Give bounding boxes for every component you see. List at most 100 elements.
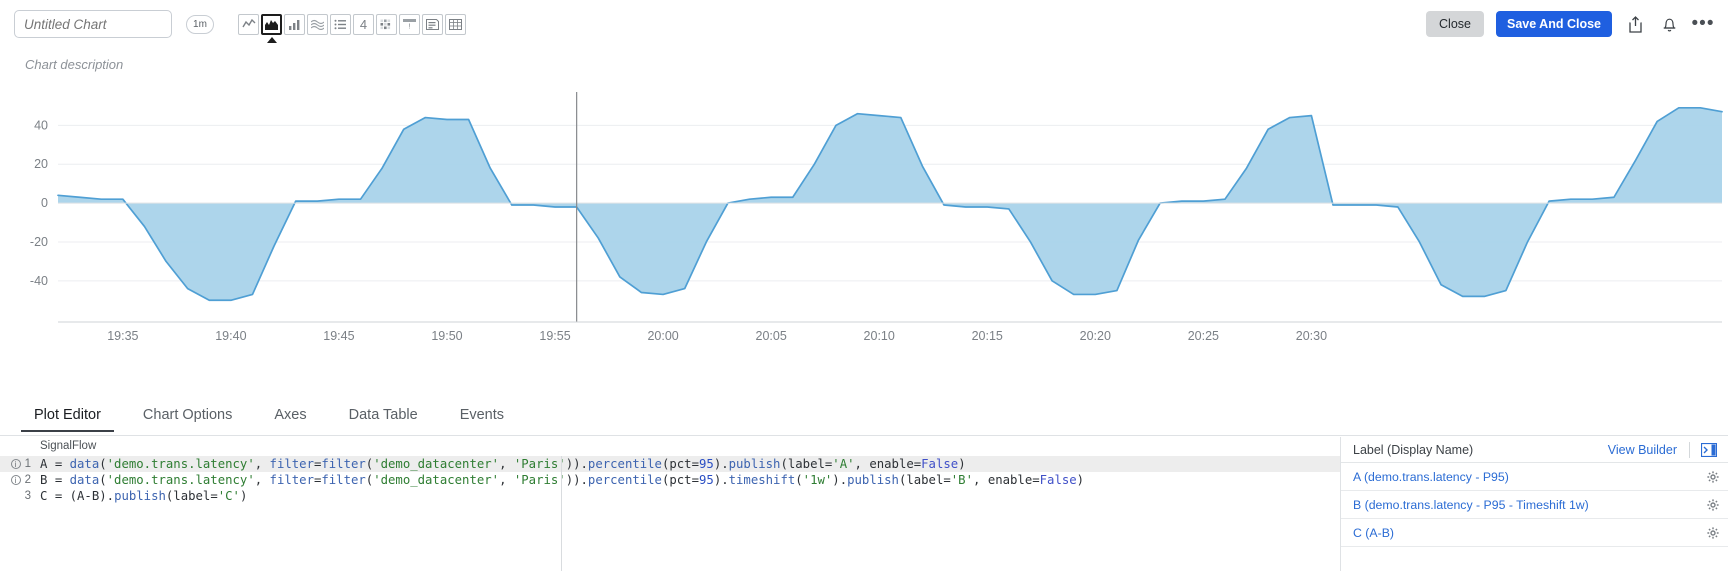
gutter-spacer <box>11 491 21 501</box>
code-line[interactable]: 3 C = (A-B).publish(label='C') <box>0 488 1340 504</box>
code-text[interactable]: A = data('demo.trans.latency', filter=fi… <box>38 457 966 471</box>
code-token: A <box>40 457 55 471</box>
label-row-name[interactable]: A (demo.trans.latency - P95) <box>1341 470 1698 484</box>
code-token: data <box>70 473 100 487</box>
code-token: 95 <box>699 457 714 471</box>
svg-text:!: ! <box>409 23 411 30</box>
code-token: B <box>40 473 55 487</box>
label-row-name[interactable]: C (A-B) <box>1341 526 1698 540</box>
more-horizontal-icon[interactable]: ••• <box>1692 12 1714 36</box>
code-token: 'demo_datacenter' <box>373 457 499 471</box>
expand-panel-icon[interactable] <box>1690 443 1728 457</box>
y-axis-tick-label: -40 <box>30 274 48 288</box>
x-axis-tick-label: 19:50 <box>431 329 462 343</box>
line-chart-icon[interactable] <box>238 14 259 35</box>
info-icon[interactable]: i <box>11 475 21 485</box>
code-text[interactable]: C = (A-B).publish(label='C') <box>38 489 247 503</box>
tab-chart-options[interactable]: Chart Options <box>122 398 253 432</box>
list-icon[interactable] <box>330 14 351 35</box>
code-token: , <box>499 457 514 471</box>
code-token: = <box>210 489 217 503</box>
x-axis-tick-label: 20:20 <box>1080 329 1111 343</box>
histogram-icon[interactable] <box>307 14 328 35</box>
tab-plot-editor[interactable]: Plot Editor <box>13 398 122 432</box>
code-token: . <box>840 473 847 487</box>
code-token: enable <box>988 473 1032 487</box>
label-row-name[interactable]: B (demo.trans.latency - P95 - Timeshift … <box>1341 498 1698 512</box>
code-token: 'Paris' <box>514 473 566 487</box>
tab-events[interactable]: Events <box>439 398 525 432</box>
heatmap-icon[interactable] <box>376 14 397 35</box>
signalflow-code-pane[interactable]: SignalFlow i1A = data('demo.trans.latenc… <box>0 437 1340 571</box>
area-chart-icon[interactable] <box>261 14 282 35</box>
tab-data-table[interactable]: Data Table <box>328 398 439 432</box>
close-button[interactable]: Close <box>1426 11 1484 37</box>
label-row[interactable]: A (demo.trans.latency - P95) <box>1341 463 1728 491</box>
event-feed-icon[interactable]: ! <box>399 14 420 35</box>
code-token: 'B' <box>951 473 973 487</box>
code-token: 'Paris' <box>514 457 566 471</box>
code-token: publish <box>114 489 166 503</box>
code-token: 'C' <box>218 489 240 503</box>
code-lines[interactable]: i1A = data('demo.trans.latency', filter=… <box>0 456 1340 504</box>
code-token: filter <box>321 457 365 471</box>
label-row[interactable]: B (demo.trans.latency - P95 - Timeshift … <box>1341 491 1728 519</box>
code-token: publish <box>729 457 781 471</box>
y-axis-tick-label: -20 <box>30 235 48 249</box>
code-token: pct <box>669 473 691 487</box>
code-token: 'A' <box>832 457 854 471</box>
code-token: filter <box>270 473 314 487</box>
code-token: '1w' <box>803 473 833 487</box>
column-chart-icon[interactable] <box>284 14 305 35</box>
interval-pill[interactable]: 1m <box>186 15 214 34</box>
editor-tabs: Plot Editor Chart Options Axes Data Tabl… <box>0 398 1728 436</box>
y-axis-tick-label: 0 <box>41 196 48 210</box>
gear-icon[interactable] <box>1698 527 1728 539</box>
text-note-icon[interactable] <box>422 14 443 35</box>
x-axis-tick-label: 20:00 <box>647 329 678 343</box>
line-number: 3 <box>25 490 31 502</box>
gear-icon[interactable] <box>1698 471 1728 483</box>
code-token: data <box>70 457 100 471</box>
chart-description-placeholder[interactable]: Chart description <box>25 57 123 72</box>
single-value-icon[interactable]: 4 <box>353 14 374 35</box>
code-token: False <box>921 457 958 471</box>
bell-icon[interactable] <box>1658 12 1680 36</box>
code-gutter: i2 <box>0 474 38 486</box>
code-token: ) <box>240 489 247 503</box>
editor-vertical-rule <box>561 456 562 571</box>
top-toolbar: 1m 4 <box>0 0 1728 48</box>
code-token: publish <box>847 473 899 487</box>
label-row[interactable]: C (A-B) <box>1341 519 1728 547</box>
view-builder-link[interactable]: View Builder <box>1596 443 1689 457</box>
chart-title-input[interactable] <box>14 10 172 38</box>
table-icon[interactable] <box>445 14 466 35</box>
x-axis-tick-label: 20:30 <box>1296 329 1327 343</box>
code-token: , <box>255 473 270 487</box>
code-token: (A-B) <box>70 489 107 503</box>
share-icon[interactable] <box>1624 12 1646 36</box>
label-rows: A (demo.trans.latency - P95) B (demo.tran… <box>1341 463 1728 547</box>
code-token: = <box>943 473 950 487</box>
chart-builder-page: 1m 4 <box>0 0 1728 571</box>
code-line[interactable]: i2B = data('demo.trans.latency', filter=… <box>0 472 1340 488</box>
code-token: . <box>721 457 728 471</box>
code-token: , <box>255 457 270 471</box>
code-token: , <box>855 457 870 471</box>
code-token: 95 <box>699 473 714 487</box>
code-token: percentile <box>588 473 662 487</box>
info-icon[interactable]: i <box>11 459 21 469</box>
code-token: timeshift <box>729 473 796 487</box>
gear-icon[interactable] <box>1698 499 1728 511</box>
visualization-type-group: 4 ! <box>238 14 466 35</box>
code-token: = <box>55 457 70 471</box>
y-axis-tick-label: 20 <box>34 157 48 171</box>
x-axis-tick-label: 19:45 <box>323 329 354 343</box>
code-token: = <box>55 473 70 487</box>
save-and-close-button[interactable]: Save And Close <box>1496 11 1612 37</box>
code-token: = <box>1032 473 1039 487</box>
code-line[interactable]: i1A = data('demo.trans.latency', filter=… <box>0 456 1340 472</box>
chart-plot-area[interactable]: 40200-20-4019:3519:4019:4519:5019:5520:0… <box>0 92 1728 354</box>
x-axis-tick-label: 20:10 <box>864 329 895 343</box>
tab-axes[interactable]: Axes <box>253 398 327 432</box>
